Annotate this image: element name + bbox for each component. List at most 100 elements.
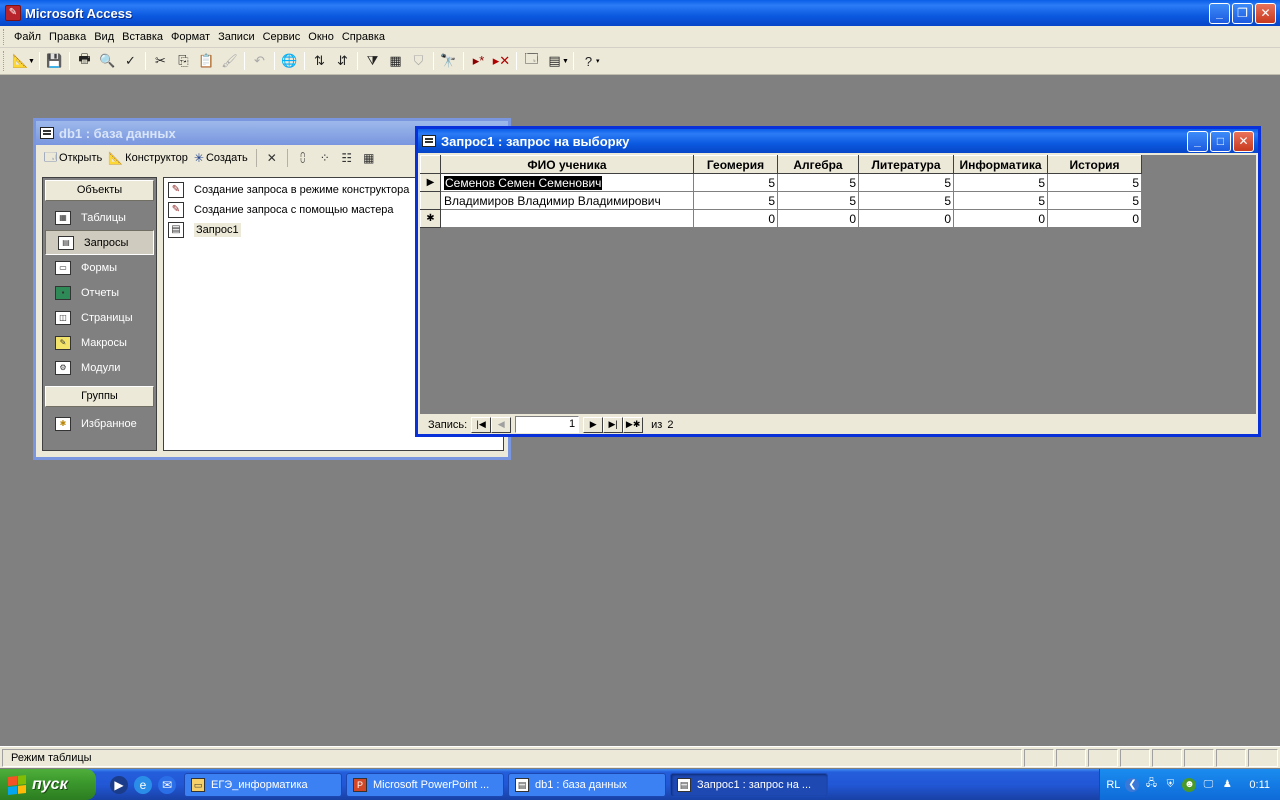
cell[interactable]: 5 [858, 173, 954, 192]
previous-record-icon[interactable]: ◀ [491, 416, 512, 433]
antivirus-icon[interactable]: ☻ [1182, 777, 1197, 792]
column-header-geometry[interactable]: Геомерия [693, 155, 778, 174]
cell[interactable]: 5 [953, 173, 1048, 192]
task-db1[interactable]: ▤ db1 : база данных [508, 772, 666, 797]
list-view-icon[interactable]: ☷ [336, 151, 358, 165]
task-folder-ege[interactable]: ▭ ЕГЭ_информатика [184, 772, 342, 797]
filter-by-form-icon[interactable]: ▦ [384, 50, 407, 72]
query-close-button[interactable]: ✕ [1233, 130, 1254, 152]
cell[interactable]: 0 [858, 209, 954, 228]
small-icons-icon[interactable]: ⁘ [314, 151, 336, 165]
spelling-icon[interactable]: ✓ [119, 50, 142, 72]
media-player-icon[interactable]: ▶ [110, 775, 128, 794]
cell[interactable]: 5 [1047, 191, 1142, 210]
delete-icon[interactable]: ✕ [261, 151, 283, 165]
cell[interactable]: 5 [1047, 173, 1142, 192]
cell[interactable]: Владимиров Владимир Владимирович [440, 191, 694, 210]
delete-record-icon[interactable]: ▸✕ [490, 50, 513, 72]
query-minimize-button[interactable]: _ [1187, 130, 1208, 152]
start-button[interactable]: пуск [0, 769, 96, 800]
record-selector[interactable] [420, 191, 441, 210]
access-key-icon[interactable]: ✎ [5, 5, 21, 21]
object-queries[interactable]: ▤ Запросы [45, 230, 154, 255]
internet-explorer-icon[interactable]: e [134, 775, 152, 794]
object-pages[interactable]: ◫ Страницы [43, 305, 156, 330]
new-record-nav-icon[interactable]: ▶✱ [623, 416, 644, 433]
save-icon[interactable]: 💾 [43, 50, 66, 72]
group-favorites[interactable]: ✱ Избранное [43, 411, 156, 436]
object-modules[interactable]: ⚙ Модули [43, 355, 156, 380]
toolbar-grip[interactable] [3, 51, 6, 71]
print-icon[interactable]: 🖶 [73, 50, 96, 72]
help-dropdown-icon[interactable]: ▾ [596, 57, 604, 65]
undo-icon[interactable]: ↶ [248, 50, 271, 72]
outlook-express-icon[interactable]: ✉ [158, 775, 176, 794]
cell[interactable]: 5 [777, 191, 859, 210]
menu-format[interactable]: Формат [167, 31, 214, 43]
menu-edit[interactable]: Правка [45, 31, 90, 43]
minimize-button[interactable]: _ [1209, 2, 1230, 24]
large-icons-icon[interactable]: ⩇ [292, 151, 314, 166]
column-header-algebra[interactable]: Алгебра [777, 155, 859, 174]
select-all-corner[interactable] [420, 155, 441, 174]
column-header-literature[interactable]: Литература [858, 155, 954, 174]
cell[interactable]: 0 [1047, 209, 1142, 228]
format-painter-icon[interactable]: 🖌 [218, 50, 241, 72]
column-header-informatics[interactable]: Информатика [953, 155, 1048, 174]
menu-view[interactable]: Вид [90, 31, 118, 43]
object-reports[interactable]: ▪ Отчеты [43, 280, 156, 305]
open-button[interactable]: 🗔 Открыть [42, 148, 106, 169]
design-button[interactable]: 📐 Конструктор [106, 151, 192, 165]
copy-icon[interactable]: ⎘ [172, 50, 195, 72]
query-window-titlebar[interactable]: Запрос1 : запрос на выборку _ □ ✕ [418, 129, 1258, 153]
cell[interactable]: 5 [953, 191, 1048, 210]
query-maximize-button[interactable]: □ [1210, 130, 1231, 152]
cell[interactable] [440, 209, 694, 228]
objects-header[interactable]: Объекты [45, 180, 154, 201]
cell[interactable]: Семенов Семен Семенович [440, 173, 694, 192]
cut-icon[interactable]: ✂ [149, 50, 172, 72]
menu-tools[interactable]: Сервис [259, 31, 305, 43]
menubar-grip[interactable] [3, 28, 6, 45]
new-record-asterisk-icon[interactable]: ✱ [420, 209, 441, 228]
restore-button[interactable]: ❐ [1232, 2, 1253, 24]
object-macros[interactable]: ✎ Макросы [43, 330, 156, 355]
menu-insert[interactable]: Вставка [118, 31, 167, 43]
print-preview-icon[interactable]: 🔍 [96, 50, 119, 72]
object-tables[interactable]: ▦ Таблицы [43, 205, 156, 230]
show-hidden-icons-icon[interactable]: ❮ [1125, 777, 1140, 792]
user-icon[interactable]: ♟ [1220, 778, 1234, 792]
cell[interactable]: 5 [693, 191, 778, 210]
current-record-indicator-icon[interactable]: ▶ [420, 173, 441, 192]
groups-header[interactable]: Группы [45, 386, 154, 407]
last-record-icon[interactable]: ▶| [603, 416, 624, 433]
paste-icon[interactable]: 📋 [195, 50, 218, 72]
menu-window[interactable]: Окно [304, 31, 338, 43]
details-view-icon[interactable]: ▦ [358, 151, 380, 165]
monitor-icon[interactable]: 🖵 [1201, 778, 1215, 792]
sort-descending-icon[interactable]: ⇵ [331, 50, 354, 72]
new-object-dropdown-icon[interactable]: ▼ [562, 58, 570, 65]
menu-records[interactable]: Записи [214, 31, 259, 43]
next-record-icon[interactable]: ▶ [583, 416, 604, 433]
column-header-history[interactable]: История [1047, 155, 1142, 174]
view-dropdown-icon[interactable]: ▼ [28, 58, 36, 65]
create-button[interactable]: ✳ Создать [192, 151, 252, 165]
new-record-icon[interactable]: ▸* [467, 50, 490, 72]
cell[interactable]: 0 [777, 209, 859, 228]
shield-icon[interactable]: ⛨ [1163, 778, 1177, 792]
sort-ascending-icon[interactable]: ⇅ [308, 50, 331, 72]
record-number-input[interactable]: 1 [515, 416, 580, 433]
apply-filter-icon[interactable]: ⛉ [407, 50, 430, 72]
cell[interactable]: 5 [777, 173, 859, 192]
hyperlink-icon[interactable]: 🌐 [278, 50, 301, 72]
menu-help[interactable]: Справка [338, 31, 389, 43]
close-button[interactable]: ✕ [1255, 2, 1276, 24]
network-icon[interactable]: 🖧 [1144, 778, 1158, 792]
cell[interactable]: 5 [693, 173, 778, 192]
cell[interactable]: 0 [953, 209, 1048, 228]
find-icon[interactable]: 🔭 [437, 50, 460, 72]
menu-file[interactable]: Файл [10, 31, 45, 43]
column-header-fio[interactable]: ФИО ученика [440, 155, 694, 174]
task-powerpoint[interactable]: P Microsoft PowerPoint ... [346, 772, 504, 797]
